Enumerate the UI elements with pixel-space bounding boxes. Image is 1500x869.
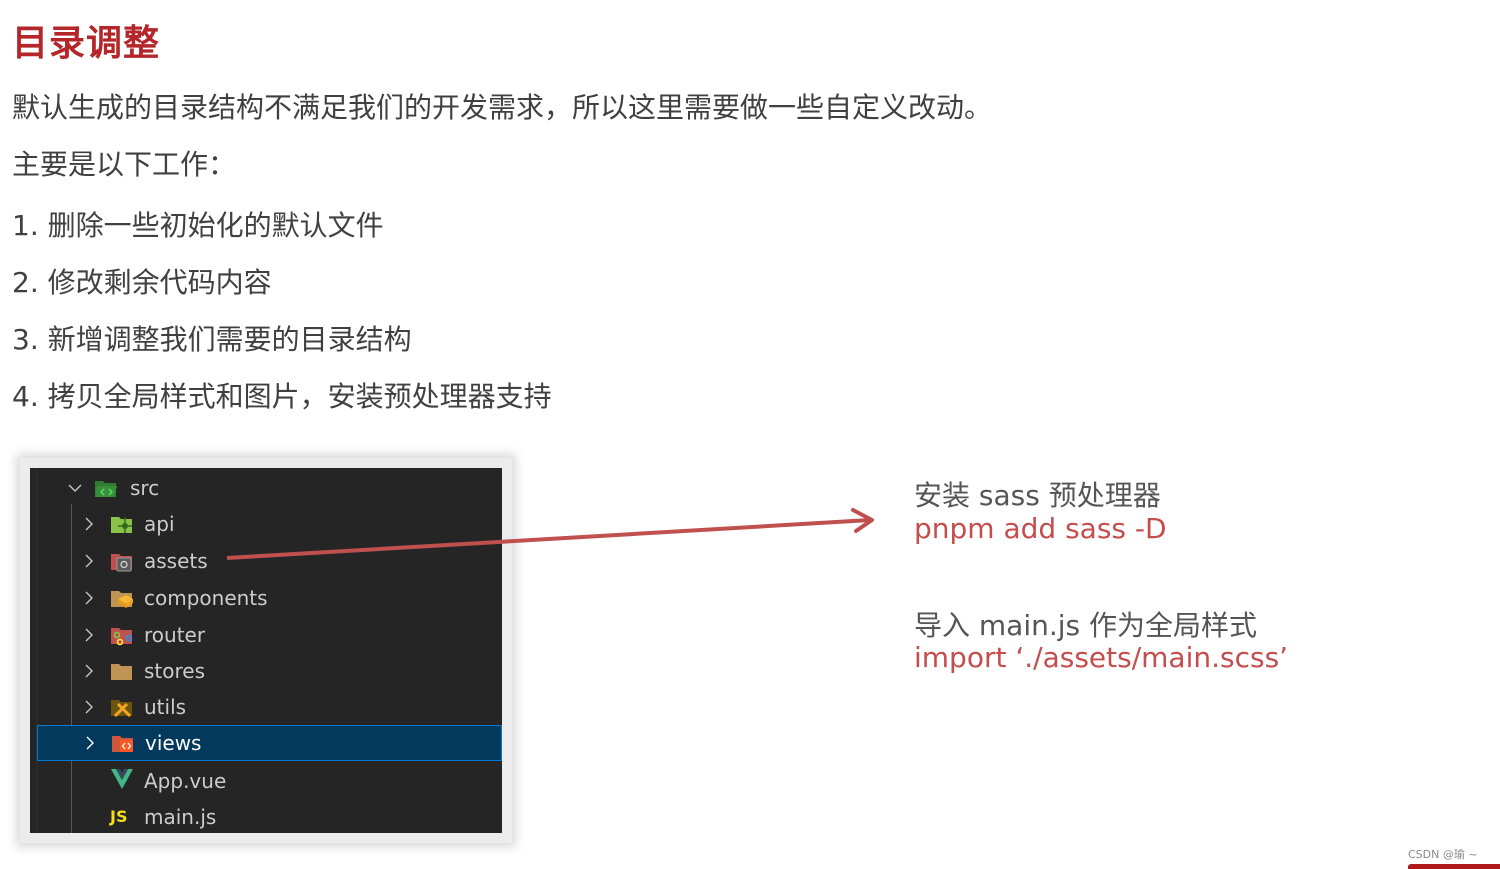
chevron-down-icon[interactable] [67, 480, 83, 496]
watermark-bar [1408, 864, 1500, 869]
tree-item-utils[interactable]: utils [30, 689, 502, 725]
tree-item-api[interactable]: api [30, 506, 502, 542]
intro-text: 默认生成的目录结构不满足我们的开发需求，所以这里需要做一些自定义改动。 [12, 91, 993, 124]
folder-utils-icon [110, 696, 134, 718]
install-label: 安装 sass 预处理器 [914, 479, 1161, 512]
tree-item-views[interactable]: views [37, 725, 502, 761]
tree-item-label: stores [144, 659, 206, 683]
chevron-right-icon[interactable] [82, 735, 98, 751]
folder-icon [110, 660, 134, 682]
tree-item-src[interactable]: src [30, 470, 502, 506]
tree-item-stores[interactable]: stores [30, 653, 502, 689]
tree-item-label: assets [144, 549, 208, 573]
chevron-right-icon[interactable] [81, 627, 97, 643]
chevron-right-icon[interactable] [81, 699, 97, 715]
install-command: pnpm add sass -D [914, 512, 1167, 545]
tree-item-label: App.vue [144, 769, 227, 793]
folder-components-icon [110, 587, 134, 609]
tree-item-main-js[interactable]: JS main.js [30, 799, 502, 833]
tree-item-assets[interactable]: assets [30, 543, 502, 579]
arrow-head [851, 508, 874, 533]
vue-file-icon [110, 768, 134, 790]
task-item: 1. 删除一些初始化的默认文件 [12, 209, 384, 242]
tree-item-label: router [144, 623, 206, 647]
task-item: 3. 新增调整我们需要的目录结构 [12, 323, 412, 356]
task-item: 2. 修改剩余代码内容 [12, 266, 272, 299]
subheading: 主要是以下工作： [12, 148, 237, 181]
tree-item-label: views [145, 731, 202, 755]
js-file-icon: JS [110, 807, 128, 826]
chevron-right-icon[interactable] [81, 516, 97, 532]
page-title: 目录调整 [12, 23, 161, 64]
folder-api-icon [110, 513, 134, 535]
folder-src-open-icon [94, 477, 118, 499]
tree-item-app-vue[interactable]: App.vue [30, 763, 502, 799]
chevron-right-icon[interactable] [81, 663, 97, 679]
chevron-right-icon[interactable] [81, 590, 97, 606]
tree-item-components[interactable]: components [30, 580, 502, 616]
tree-item-label: main.js [144, 805, 217, 829]
watermark: CSDN @瑜 ~ [1408, 848, 1478, 861]
tree-item-label: components [144, 586, 268, 610]
folder-views-icon [111, 732, 135, 754]
tree-item-label: src [130, 476, 160, 500]
folder-router-icon [110, 624, 134, 646]
folder-assets-icon [110, 550, 134, 572]
import-label: 导入 main.js 作为全局样式 [914, 609, 1258, 642]
tree-item-router[interactable]: router [30, 617, 502, 653]
tree-item-label: api [144, 512, 175, 536]
import-command: import ‘./assets/main.scss’ [914, 641, 1289, 674]
chevron-right-icon[interactable] [81, 553, 97, 569]
file-explorer: src api assets components router stores … [30, 468, 502, 833]
task-item: 4. 拷贝全局样式和图片，安装预处理器支持 [12, 380, 552, 413]
tree-item-label: utils [144, 695, 187, 719]
